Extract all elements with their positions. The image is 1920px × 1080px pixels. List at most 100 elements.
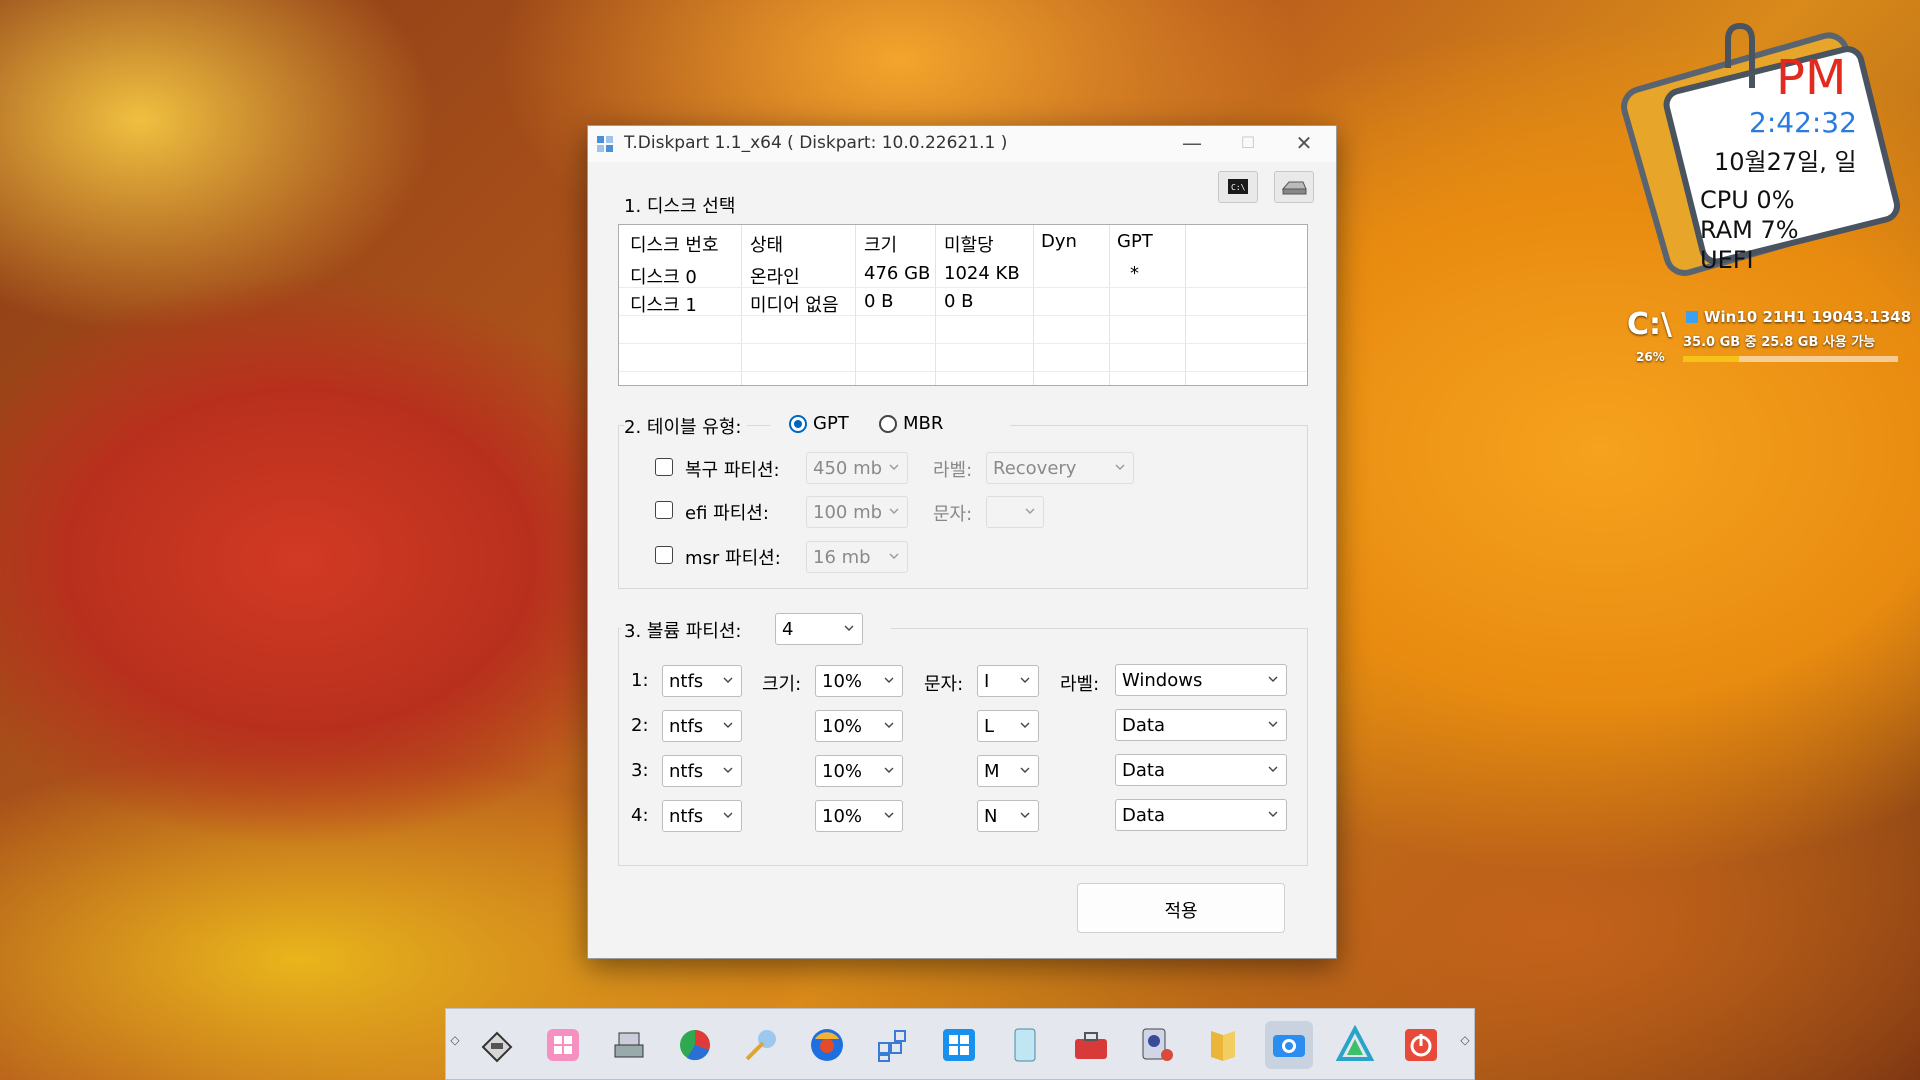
mbr-radio-label[interactable]: MBR [903,413,943,434]
filesystem-value: ntfs [669,671,704,692]
window-title: T.Diskpart 1.1_x64 ( Diskpart: 10.0.2262… [624,133,1008,153]
efi-letter-select[interactable] [986,496,1044,528]
volume-label-select[interactable]: Data [1115,799,1287,831]
size-select[interactable]: 10% [815,665,903,697]
apps-grid-icon[interactable] [869,1021,917,1069]
chevron-down-icon [1268,674,1278,684]
windows-icon[interactable] [935,1021,983,1069]
letter-value: M [984,761,1000,782]
letter-select[interactable]: I [977,665,1039,697]
volume-count-select[interactable]: 4 [775,613,863,645]
recovery-size-select[interactable]: 450 mb [806,452,908,484]
ram-stat: RAM 7% [1700,216,1799,244]
cmd-button[interactable]: C:\ [1218,171,1258,203]
gpt-radio[interactable] [789,415,807,433]
close-button[interactable]: ✕ [1276,126,1332,162]
notepad-icon[interactable] [1001,1021,1049,1069]
drive-manager-icon[interactable] [605,1021,653,1069]
table-cell: 0 B [944,291,974,312]
chevron-down-icon [1020,765,1030,775]
svg-text:C:\: C:\ [1231,183,1246,192]
minimize-button[interactable]: — [1164,126,1220,162]
table-row[interactable]: 디스크 1 미디어 없음 0 B 0 B [619,287,1307,316]
volume-label-select[interactable]: Data [1115,754,1287,786]
letter-select[interactable]: L [977,710,1039,742]
size-select[interactable]: 10% [815,710,903,742]
table-header[interactable]: 크기 [864,231,897,257]
chevron-down-icon [1115,462,1125,472]
letter-column-label: 문자: [924,674,964,695]
browser-icon[interactable] [803,1021,851,1069]
filesystem-select[interactable]: ntfs [662,800,742,832]
table-cell: 0 B [864,291,894,312]
filesystem-select[interactable]: ntfs [662,710,742,742]
drive-usage-fill [1683,356,1739,362]
table-cell: 디스크 1 [630,295,697,316]
table-row-empty [619,343,1307,372]
wizard-icon[interactable] [737,1021,785,1069]
letter-select[interactable]: N [977,800,1039,832]
taskbar-scroll-left[interactable]: ◇ [448,1033,462,1055]
partition-pie-icon[interactable] [671,1021,719,1069]
apply-button[interactable]: 적용 [1077,883,1285,933]
chevron-down-icon [723,675,733,685]
filesystem-select[interactable]: ntfs [662,665,742,697]
volume-label-select[interactable]: Windows [1115,664,1287,696]
taskbar: ◇ ◇ [445,1008,1475,1080]
chevron-down-icon [889,462,899,472]
filesystem-select[interactable]: ntfs [662,755,742,787]
msr-checkbox[interactable] [655,546,673,564]
letter-value: I [984,671,990,692]
disk-settings-icon[interactable] [1133,1021,1181,1069]
recovery-label-select[interactable]: Recovery [986,452,1134,484]
power-icon[interactable] [1397,1021,1445,1069]
volume-label-select[interactable]: Data [1115,709,1287,741]
volume-label-value: Data [1122,715,1165,736]
pink-grid-icon[interactable] [539,1021,587,1069]
chevron-down-icon [844,623,854,633]
drive-letter: C:\ [1627,307,1672,342]
partition-number: 1: [631,670,649,691]
size-select[interactable]: 10% [815,755,903,787]
taskbar-scroll-right[interactable]: ◇ [1458,1033,1472,1055]
partition-number: 4: [631,805,649,826]
camera-icon[interactable] [1265,1021,1313,1069]
letter-select[interactable]: M [977,755,1039,787]
volume-label-value: Data [1122,805,1165,826]
size-select[interactable]: 10% [815,800,903,832]
title-bar[interactable]: T.Diskpart 1.1_x64 ( Diskpart: 10.0.2262… [588,126,1336,162]
toolbox-icon[interactable] [1067,1021,1115,1069]
tdiskpart-window: T.Diskpart 1.1_x64 ( Diskpart: 10.0.2262… [587,125,1337,959]
msr-size-select[interactable]: 16 mb [806,541,908,573]
recovery-label-value: Recovery [993,458,1077,479]
mbr-radio[interactable] [879,415,897,433]
table-header[interactable]: GPT [1117,231,1153,252]
table-cell: 디스크 0 [630,267,697,288]
volume-label-value: Data [1122,760,1165,781]
table-cell: 1024 KB [944,263,1020,284]
efi-size-select[interactable]: 100 mb [806,496,908,528]
chevron-down-icon [1020,675,1030,685]
table-header[interactable]: Dyn [1041,231,1077,252]
recovery-label: 복구 파티션: [685,460,780,481]
recovery-checkbox[interactable] [655,458,673,476]
table-header[interactable]: 상태 [750,231,783,257]
disk-tool-icon[interactable] [473,1021,521,1069]
folder-icon[interactable] [1199,1021,1247,1069]
volume-count-value: 4 [782,619,794,640]
efi-checkbox[interactable] [655,501,673,519]
table-row[interactable]: 디스크 0 온라인 476 GB 1024 KB * [619,259,1307,288]
gpt-radio-label[interactable]: GPT [813,413,849,434]
table-header[interactable]: 디스크 번호 [630,231,719,257]
disk-button[interactable] [1274,171,1314,203]
maximize-button[interactable]: ☐ [1220,126,1276,162]
triangle-icon[interactable] [1331,1021,1379,1069]
table-header[interactable]: 미할당 [944,231,994,257]
table-cell: 476 GB [864,263,931,284]
disk-table[interactable]: 디스크 번호 상태 크기 미할당 Dyn GPT 디스크 0 온라인 476 G… [618,224,1308,386]
chevron-down-icon [1020,720,1030,730]
filesystem-value: ntfs [669,761,704,782]
chevron-down-icon [723,720,733,730]
chevron-down-icon [723,765,733,775]
drive-usage-bar [1683,356,1898,362]
